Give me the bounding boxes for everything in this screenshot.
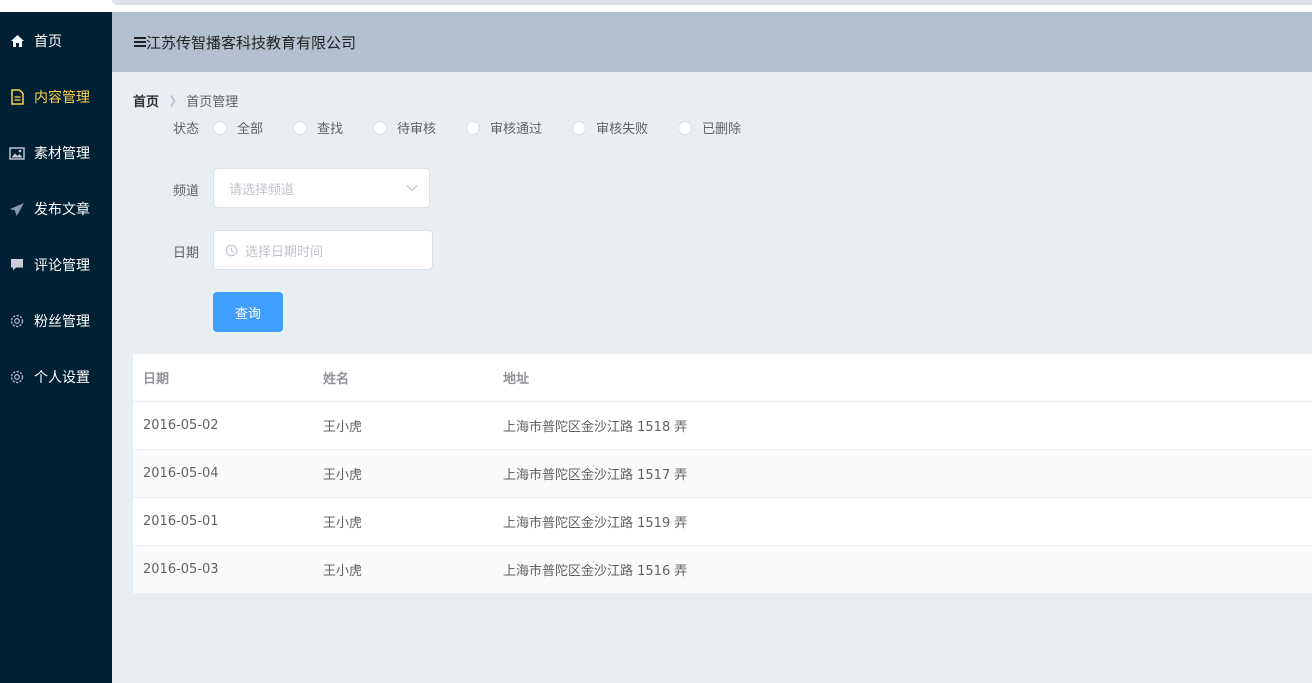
sidebar-item-home[interactable]: 首页: [0, 21, 112, 61]
clock-icon: [225, 243, 239, 257]
sidebar-item-label: 首页: [34, 34, 62, 50]
send-icon: [9, 201, 25, 217]
date-label: 日期: [173, 246, 200, 261]
data-table: 日期 姓名 地址 2016-05-02 王小虎 上海市普陀区金沙江路 1518 …: [133, 354, 1312, 594]
date-picker-placeholder: 选择日期时间: [245, 244, 324, 260]
cell-address: 上海市普陀区金沙江路 1518 弄: [503, 420, 688, 435]
radio-label: 审核失败: [596, 122, 649, 137]
breadcrumb-current: 首页管理: [186, 95, 239, 110]
cell-date: 2016-05-04: [143, 466, 219, 481]
date-picker-input[interactable]: 选择日期时间: [213, 230, 433, 270]
status-radio-approved[interactable]: 审核通过: [466, 118, 542, 137]
top-divider: [112, 0, 1312, 5]
cell-address: 上海市普陀区金沙江路 1516 弄: [503, 564, 688, 579]
sidebar-item-fans[interactable]: 粉丝管理: [0, 301, 112, 341]
status-radio-group: 全部 查找 待审核 审核通过 审核失败 已删除: [213, 118, 741, 137]
channel-label: 频道: [173, 184, 200, 199]
radio-label: 查找: [317, 122, 344, 137]
main-area: 江苏传智播客科技教育有限公司 首页 ❯ 首页管理 状态 全部 查找 待审核 审核…: [112, 12, 1312, 683]
gear-icon: [9, 369, 25, 385]
channel-select[interactable]: 请选择频道: [213, 168, 430, 208]
radio-circle: [466, 120, 481, 135]
sidebar-item-label: 评论管理: [34, 258, 90, 274]
cell-address: 上海市普陀区金沙江路 1519 弄: [503, 516, 688, 531]
cell-date: 2016-05-01: [143, 514, 219, 529]
radio-label: 全部: [237, 122, 264, 137]
cell-name: 王小虎: [323, 564, 363, 579]
radio-label: 待审核: [397, 122, 437, 137]
cell-address: 上海市普陀区金沙江路 1517 弄: [503, 468, 688, 483]
sidebar-item-label: 发布文章: [34, 202, 90, 218]
table-row[interactable]: 2016-05-02 王小虎 上海市普陀区金沙江路 1518 弄: [133, 402, 1312, 450]
sidebar-item-label: 粉丝管理: [34, 314, 90, 330]
sidebar-item-content[interactable]: 内容管理: [0, 77, 112, 117]
page-title: 江苏传智播客科技教育有限公司: [146, 33, 357, 52]
radio-circle: [373, 120, 388, 135]
status-label: 状态: [173, 122, 200, 137]
column-header-name: 姓名: [323, 372, 350, 387]
home-icon: [9, 33, 25, 49]
status-radio-pending[interactable]: 待审核: [373, 118, 436, 137]
column-header-address: 地址: [503, 372, 530, 387]
gear-icon: [9, 313, 25, 329]
sidebar-item-label: 个人设置: [34, 370, 90, 386]
document-icon: [9, 89, 25, 105]
table-row[interactable]: 2016-05-01 王小虎 上海市普陀区金沙江路 1519 弄: [133, 498, 1312, 546]
channel-select-placeholder: 请选择频道: [229, 182, 295, 198]
chevron-right-icon: ❯: [168, 94, 178, 107]
table-row[interactable]: 2016-05-04 王小虎 上海市普陀区金沙江路 1517 弄: [133, 450, 1312, 498]
breadcrumb-home[interactable]: 首页: [133, 91, 159, 110]
picture-icon: [9, 145, 25, 161]
sidebar-item-comment[interactable]: 评论管理: [0, 245, 112, 285]
menu-fold-icon[interactable]: [134, 34, 146, 50]
query-button[interactable]: 查询: [213, 292, 283, 332]
radio-label: 审核通过: [490, 122, 543, 137]
status-radio-all[interactable]: 全部: [213, 118, 263, 137]
sidebar-item-material[interactable]: 素材管理: [0, 133, 112, 173]
status-radio-failed[interactable]: 审核失败: [572, 118, 648, 137]
cell-name: 王小虎: [323, 516, 363, 531]
breadcrumb: 首页 ❯ 首页管理: [133, 91, 238, 110]
status-radio-deleted[interactable]: 已删除: [678, 118, 741, 137]
cell-name: 王小虎: [323, 420, 363, 435]
chevron-down-icon: [405, 181, 419, 195]
cell-date: 2016-05-03: [143, 562, 219, 577]
radio-label: 已删除: [702, 122, 742, 137]
radio-circle: [213, 120, 227, 135]
sidebar-item-label: 内容管理: [34, 90, 90, 106]
status-radio-find[interactable]: 查找: [293, 118, 343, 137]
table-row[interactable]: 2016-05-03 王小虎 上海市普陀区金沙江路 1516 弄: [133, 546, 1312, 594]
cell-date: 2016-05-02: [143, 418, 219, 433]
table-header: 日期 姓名 地址: [133, 354, 1312, 402]
browser-top-strip: [0, 0, 1312, 12]
header: 江苏传智播客科技教育有限公司: [112, 12, 1312, 72]
comment-icon: [9, 257, 25, 273]
column-header-date: 日期: [143, 372, 170, 387]
sidebar-item-settings[interactable]: 个人设置: [0, 357, 112, 397]
radio-circle: [678, 120, 693, 135]
sidebar: 首页 内容管理 素材管理 发布文章 评论管理 粉丝管理 个人设置: [0, 12, 112, 683]
sidebar-item-label: 素材管理: [34, 146, 90, 162]
radio-circle: [293, 120, 308, 135]
radio-circle: [572, 120, 587, 135]
sidebar-item-publish[interactable]: 发布文章: [0, 189, 112, 229]
cell-name: 王小虎: [323, 468, 363, 483]
